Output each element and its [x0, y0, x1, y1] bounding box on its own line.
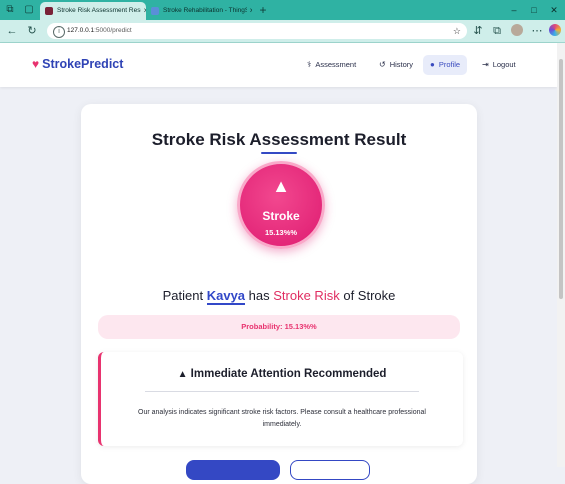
user-icon: ●	[430, 60, 435, 69]
address-bar[interactable]: i 127.0.0.1:5000/predict ☆	[47, 23, 467, 39]
browser-tab-active[interactable]: Stroke Risk Assessment Results |×	[40, 2, 146, 20]
risk-label: Stroke Risk	[273, 288, 340, 303]
warning-icon: ▲	[177, 369, 188, 380]
bookmark-star-icon[interactable]: ☆	[453, 23, 461, 39]
secondary-action-button[interactable]	[290, 460, 370, 480]
browser-tab-strip: ⧉ ▢ Stroke Risk Assessment Results |× St…	[0, 0, 565, 20]
tab-actions-icon[interactable]: ▢	[22, 3, 36, 17]
nav-history[interactable]: ↺ History	[372, 55, 420, 75]
copilot-icon[interactable]	[549, 24, 561, 36]
scrollbar-thumb[interactable]	[559, 59, 563, 299]
browser-tab[interactable]: Stroke Rehabilitation - ThingSpea×	[146, 2, 252, 20]
patient-name: Kavya	[206, 288, 246, 305]
brand-name: StrokePredict	[42, 57, 124, 71]
alert-title: ▲ Immediate Attention Recommended	[177, 368, 387, 380]
risk-result-percent: 15.13%%	[264, 228, 298, 237]
tab-title: Stroke Rehabilitation - ThingSpea	[163, 7, 247, 14]
collections-icon[interactable]: ⧉	[490, 24, 504, 38]
risk-result-label: Stroke	[262, 209, 300, 223]
attention-alert: ▲ Immediate Attention Recommended Our an…	[98, 352, 463, 446]
page-title: Stroke Risk Assessment Result	[151, 130, 407, 149]
warning-icon: ▲	[272, 176, 290, 196]
minimize-button[interactable]: –	[505, 2, 523, 18]
alert-divider	[145, 391, 419, 392]
logout-icon: ⇥	[482, 60, 489, 69]
site-info-icon[interactable]: i	[53, 26, 65, 38]
site-header: ♥ StrokePredict ⚕ Assessment ↺ History ● Pro…	[0, 43, 557, 87]
brand-logo[interactable]: ♥ StrokePredict	[32, 57, 123, 71]
tab-close-icon[interactable]: ×	[247, 2, 252, 20]
nav-assessment[interactable]: ⚕ Assessment	[300, 55, 363, 75]
risk-result-circle: ▲ Stroke 15.13%%	[237, 161, 325, 249]
page-scrollbar[interactable]	[557, 43, 565, 467]
tab-favicon-icon	[45, 7, 53, 15]
nav-logout[interactable]: ⇥ Logout	[475, 55, 523, 75]
maximize-button[interactable]: □	[525, 2, 543, 18]
result-card: Stroke Risk Assessment Result ▲ Stroke 1…	[81, 104, 477, 484]
title-underline	[261, 152, 297, 154]
new-tab-button[interactable]: +	[256, 3, 270, 17]
tab-title: Stroke Risk Assessment Results |	[57, 7, 141, 14]
url-text: 127.0.0.1:5000/predict	[67, 27, 132, 34]
history-icon: ↺	[379, 60, 386, 69]
extensions-icon[interactable]: ⇵	[471, 24, 485, 38]
more-menu-icon[interactable]: ⋯	[530, 24, 544, 38]
browser-toolbar: ← ↻ i 127.0.0.1:5000/predict ☆ ⇵ ⧉ ⋯	[0, 20, 565, 43]
primary-action-button[interactable]	[186, 460, 280, 480]
close-window-button[interactable]: ✕	[545, 2, 563, 18]
back-arrow-icon[interactable]: ←	[5, 24, 19, 38]
probability-badge: Probability: 15.13%%	[98, 315, 460, 339]
profile-avatar[interactable]	[511, 24, 523, 36]
alert-text: Our analysis indicates significant strok…	[138, 409, 426, 428]
nav-profile[interactable]: ● Profile	[423, 55, 468, 75]
browser-menu-icon[interactable]: ⧉	[3, 3, 17, 17]
tab-favicon-icon	[151, 7, 159, 15]
reload-icon[interactable]: ↻	[25, 24, 39, 38]
patient-summary: Patient Kavya has Stroke Risk of Stroke	[162, 288, 396, 305]
heart-pulse-icon: ♥	[32, 57, 40, 71]
stethoscope-icon: ⚕	[307, 60, 312, 69]
